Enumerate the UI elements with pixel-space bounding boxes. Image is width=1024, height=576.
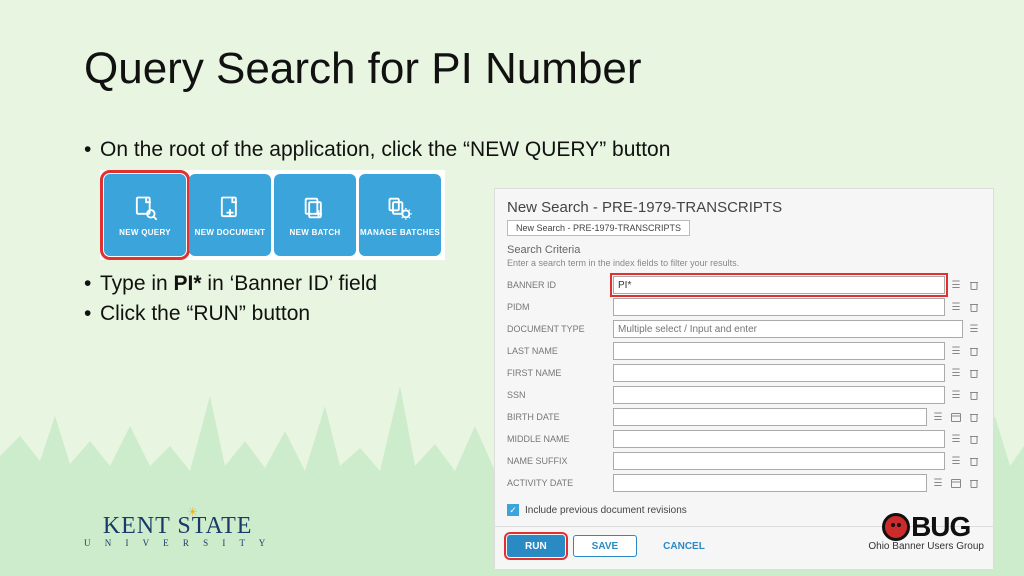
criteria-heading: Search Criteria (507, 244, 981, 256)
clear-icon[interactable] (967, 476, 981, 490)
list-icon[interactable]: ☰ (949, 300, 963, 314)
list-icon[interactable]: ☰ (949, 278, 963, 292)
clear-icon[interactable] (967, 300, 981, 314)
bullet-2-post: in ‘Banner ID’ field (202, 272, 377, 295)
field-input[interactable] (613, 452, 945, 470)
field-row: BANNER ID ☰ (507, 274, 981, 296)
field-label: BIRTH DATE (507, 412, 609, 422)
field-label: MIDDLE NAME (507, 434, 609, 444)
manage-batches-icon (386, 194, 414, 222)
list-icon[interactable]: ☰ (931, 410, 945, 424)
list-icon[interactable]: ☰ (949, 454, 963, 468)
field-input[interactable] (613, 386, 945, 404)
field-label: FIRST NAME (507, 368, 609, 378)
field-label: BANNER ID (507, 280, 609, 290)
kent-sub: U N I V E R S I T Y (84, 538, 271, 548)
include-revisions-label: Include previous document revisions (525, 505, 687, 516)
list-icon[interactable]: ☰ (949, 366, 963, 380)
bullet-2-bold: PI* (174, 272, 202, 295)
list-icon[interactable]: ☰ (949, 388, 963, 402)
calendar-icon[interactable] (949, 410, 963, 424)
bullet-1: On the root of the application, click th… (84, 138, 904, 162)
clear-icon[interactable] (967, 432, 981, 446)
calendar-icon[interactable] (949, 476, 963, 490)
obug-logo: BUG Ohio Banner Users Group (868, 511, 984, 552)
bullet-1-pre: On the root of the application, click th… (100, 138, 470, 161)
field-row: DOCUMENT TYPE ☰ (507, 318, 981, 340)
bullet-2: Type in PI* in ‘Banner ID’ field (84, 272, 464, 296)
tile-new-batch[interactable]: NEW BATCH (274, 174, 356, 256)
field-label: DOCUMENT TYPE (507, 324, 609, 334)
field-input[interactable] (613, 342, 945, 360)
list-icon[interactable]: ☰ (949, 344, 963, 358)
field-label: PIDM (507, 302, 609, 312)
bullet-1-em: NEW QUERY (470, 138, 599, 161)
new-batch-icon (301, 194, 329, 222)
cancel-button[interactable]: CANCEL (645, 535, 723, 557)
list-icon[interactable]: ☰ (931, 476, 945, 490)
tile-label: NEW QUERY (119, 228, 171, 237)
obug-text: BUG (911, 511, 970, 543)
bullet-2-pre: Type in (100, 272, 174, 295)
clear-icon[interactable] (967, 366, 981, 380)
list-icon[interactable]: ☰ (967, 322, 981, 336)
clear-icon[interactable] (967, 410, 981, 424)
field-input[interactable] (613, 364, 945, 382)
field-input[interactable] (613, 408, 927, 426)
new-query-icon (131, 194, 159, 222)
obug-sub: Ohio Banner Users Group (868, 541, 984, 552)
clear-icon[interactable] (967, 278, 981, 292)
slide-title: Query Search for PI Number (84, 44, 642, 94)
bullet-3: Click the “RUN” button (84, 302, 464, 326)
tile-new-document[interactable]: NEW DOCUMENT (189, 174, 271, 256)
clear-icon[interactable] (967, 388, 981, 402)
panel-tab[interactable]: New Search - PRE-1979-TRANSCRIPTS (507, 220, 690, 236)
clear-icon[interactable] (967, 454, 981, 468)
field-row: NAME SUFFIX ☰ (507, 450, 981, 472)
field-row: MIDDLE NAME ☰ (507, 428, 981, 450)
field-input[interactable] (613, 276, 945, 294)
tile-manage-batches[interactable]: MANAGE BATCHES (359, 174, 441, 256)
ladybug-icon (882, 513, 910, 541)
tile-label: NEW BATCH (290, 228, 341, 237)
tile-label: NEW DOCUMENT (195, 228, 266, 237)
field-input[interactable] (613, 474, 927, 492)
bullet-list: On the root of the application, click th… (84, 138, 464, 332)
field-input[interactable] (613, 320, 963, 338)
panel-title: New Search - PRE-1979-TRANSCRIPTS (507, 199, 981, 216)
field-row: BIRTH DATE ☰ (507, 406, 981, 428)
field-row: ACTIVITY DATE ☰ (507, 472, 981, 494)
field-input[interactable] (613, 430, 945, 448)
kent-state-logo: ☀ KENT STATE U N I V E R S I T Y (84, 505, 271, 548)
field-label: NAME SUFFIX (507, 456, 609, 466)
field-label: ACTIVITY DATE (507, 478, 609, 488)
kent-text: KENT STATE (103, 513, 253, 540)
tile-row: NEW QUERY NEW DOCUMENT NEW BATCH MANAGE … (100, 170, 445, 260)
field-input[interactable] (613, 298, 945, 316)
tile-label: MANAGE BATCHES (360, 228, 440, 237)
field-label: SSN (507, 390, 609, 400)
new-document-icon (216, 194, 244, 222)
criteria-sub: Enter a search term in the index fields … (507, 258, 981, 268)
field-row: PIDM ☰ (507, 296, 981, 318)
field-row: FIRST NAME ☰ (507, 362, 981, 384)
tile-new-query[interactable]: NEW QUERY (104, 174, 186, 256)
field-label: LAST NAME (507, 346, 609, 356)
field-row: SSN ☰ (507, 384, 981, 406)
field-row: LAST NAME ☰ (507, 340, 981, 362)
list-icon[interactable]: ☰ (949, 432, 963, 446)
include-revisions-checkbox[interactable]: ✓ (507, 504, 519, 516)
run-button[interactable]: RUN (507, 535, 565, 557)
bullet-1-post: ” button (599, 138, 670, 161)
save-button[interactable]: SAVE (573, 535, 638, 557)
clear-icon[interactable] (967, 344, 981, 358)
